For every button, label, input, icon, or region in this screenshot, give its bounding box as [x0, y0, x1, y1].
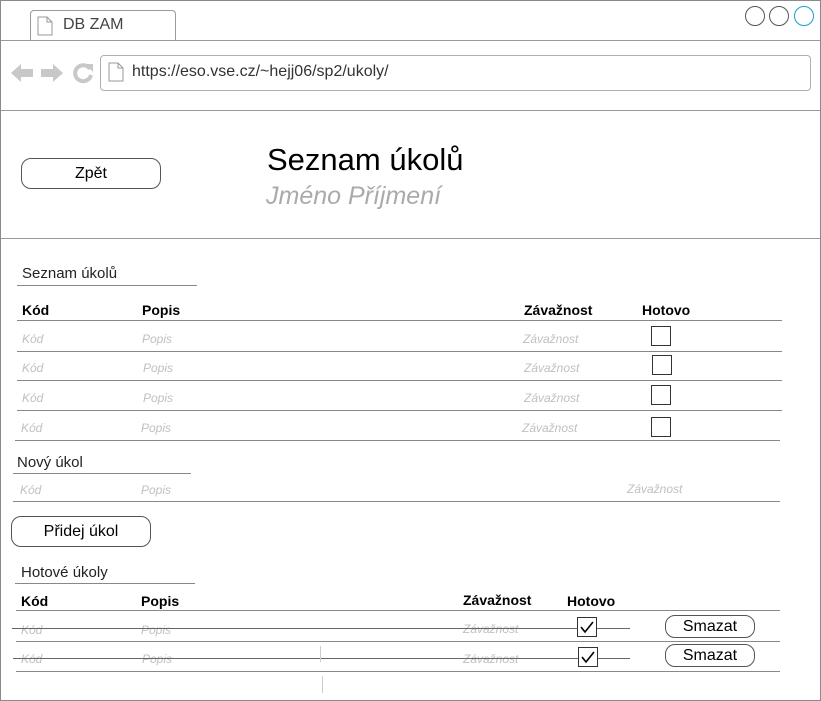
reload-icon[interactable] [71, 61, 95, 85]
nav-divider [1, 110, 820, 111]
column-header-severity: Závažnost [524, 302, 593, 318]
tab-title: DB ZAM [63, 16, 124, 33]
column-header-description: Popis [141, 593, 180, 609]
done-task-severity: Závažnost [463, 652, 519, 666]
table-header-divider [16, 610, 780, 611]
done-tasks-section-title: Hotové úkoly [21, 564, 108, 581]
section-underline [17, 285, 197, 286]
column-header-description: Popis [142, 302, 181, 318]
task-code: Kód [22, 361, 44, 375]
task-severity: Závažnost [524, 361, 580, 375]
table-row-divider [17, 351, 782, 352]
column-header-code: Kód [22, 302, 50, 318]
strikethrough-line [12, 628, 630, 629]
checkmark-icon [581, 651, 595, 664]
column-header-done: Hotovo [642, 302, 691, 318]
close-button[interactable] [794, 6, 814, 26]
column-header-code: Kód [21, 593, 49, 609]
header-divider [1, 238, 820, 239]
task-code: Kód [21, 421, 43, 435]
tasks-section-title: Seznam úkolů [22, 265, 118, 282]
new-task-section-title: Nový úkol [17, 454, 83, 471]
task-description: Popis [143, 391, 174, 405]
checkmark-icon [580, 621, 594, 634]
minimize-button[interactable] [745, 6, 765, 26]
delete-button[interactable]: Smazat [665, 644, 755, 667]
table-row-divider [17, 380, 782, 381]
table-header-divider [17, 320, 782, 321]
strikethrough-line [13, 658, 630, 659]
done-checkbox[interactable] [651, 417, 671, 437]
new-task-code-input[interactable]: Kód [20, 483, 41, 497]
done-checkbox[interactable] [577, 617, 597, 637]
new-task-severity-input[interactable]: Závažnost [627, 482, 682, 496]
column-header-severity: Závažnost [463, 592, 532, 608]
table-row-divider [17, 410, 782, 411]
document-icon [37, 16, 53, 36]
table-row-divider [15, 440, 780, 441]
task-description: Popis [142, 332, 173, 346]
column-separator [320, 646, 321, 662]
done-checkbox[interactable] [651, 326, 671, 346]
page-title: Seznam úkolů [267, 142, 464, 177]
forward-arrow-icon[interactable] [40, 62, 64, 84]
task-code: Kód [22, 391, 44, 405]
task-description: Popis [141, 421, 172, 435]
new-task-description-input[interactable]: Popis [141, 483, 171, 497]
section-underline [15, 583, 195, 584]
new-task-divider [13, 501, 780, 502]
column-separator [322, 676, 323, 693]
task-severity: Závažnost [522, 421, 578, 435]
task-code: Kód [22, 332, 44, 346]
task-severity: Závažnost [524, 391, 580, 405]
tab-bar-divider [1, 40, 820, 41]
page-icon [108, 62, 124, 82]
done-checkbox[interactable] [652, 355, 672, 375]
task-description: Popis [143, 361, 174, 375]
delete-button[interactable]: Smazat [665, 615, 755, 638]
done-checkbox[interactable] [578, 647, 598, 667]
column-header-done: Hotovo [567, 593, 616, 609]
back-button[interactable]: Zpět [21, 158, 161, 189]
done-task-code: Kód [21, 652, 43, 666]
section-underline [13, 473, 191, 474]
back-arrow-icon[interactable] [10, 62, 34, 84]
user-name: Jméno Příjmení [266, 182, 442, 210]
done-checkbox[interactable] [651, 385, 671, 405]
done-task-severity: Závažnost [463, 622, 519, 636]
done-task-code: Kód [21, 623, 43, 637]
done-task-description: Popis [142, 652, 173, 666]
done-task-description: Popis [141, 623, 172, 637]
table-row-divider [16, 641, 780, 642]
maximize-button[interactable] [769, 6, 789, 26]
task-severity: Závažnost [523, 332, 579, 346]
table-row-divider [16, 671, 780, 672]
add-task-button[interactable]: Přidej úkol [11, 516, 151, 547]
url-text: https://eso.vse.cz/~hejj06/sp2/ukoly/ [132, 63, 389, 80]
